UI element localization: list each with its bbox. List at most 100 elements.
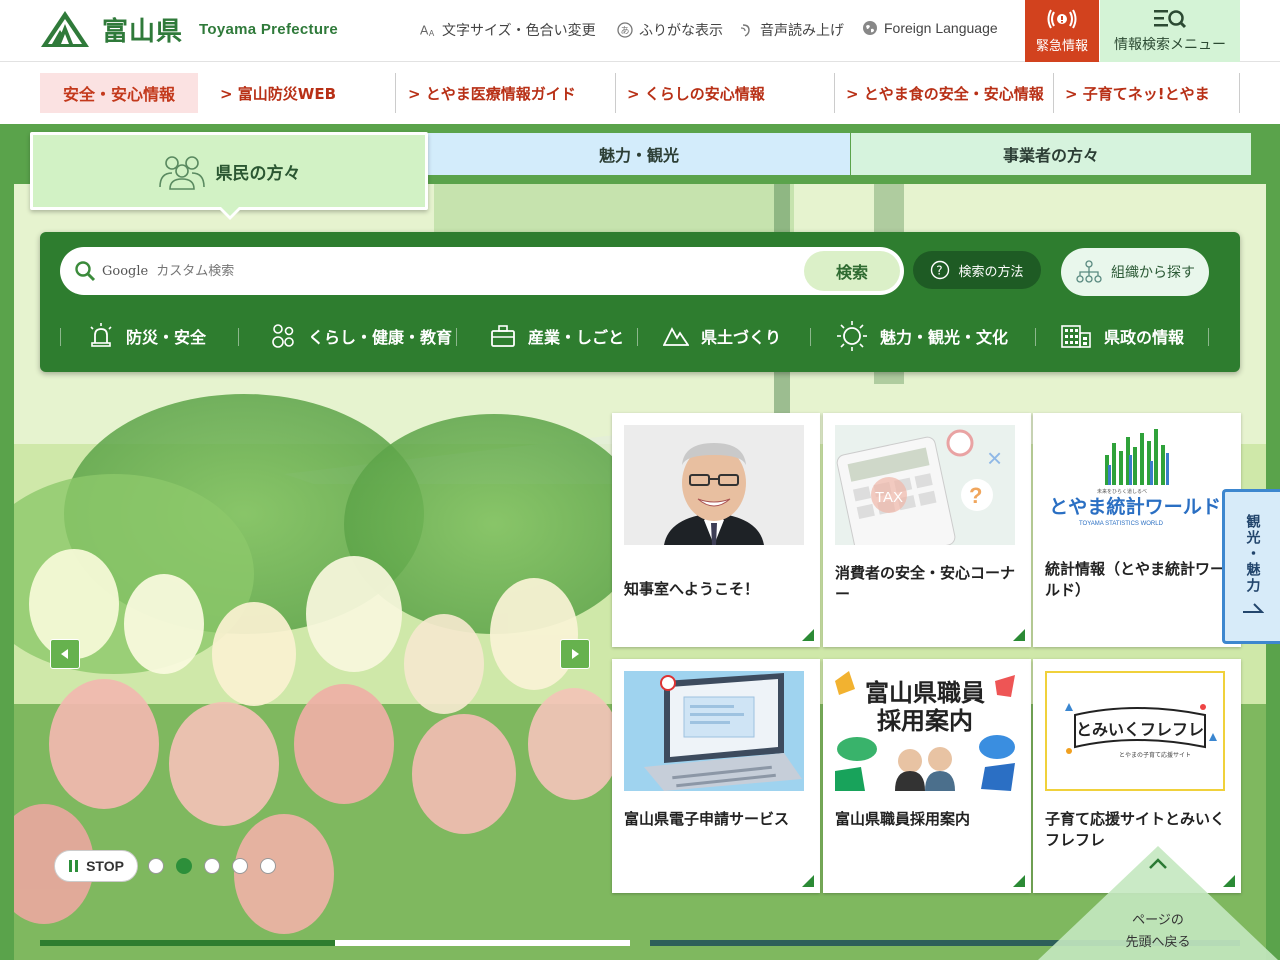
recruit-banner-line1: 富山県職員 <box>865 679 985 707</box>
card-title: 消費者の安全・安心コーナー <box>835 564 1016 603</box>
logo-english: Toyama Prefecture <box>199 20 339 38</box>
svg-text:?: ? <box>937 264 943 278</box>
svg-text:あ: あ <box>621 26 630 37</box>
mountain-icon <box>663 325 689 347</box>
category-separator <box>1208 328 1209 346</box>
card-recruitment[interactable]: 富山県職員 採用案内 富山県職員採用案内 <box>823 659 1031 893</box>
category-attractions-culture[interactable]: 魅力・観光・文化 <box>836 318 1008 354</box>
category-label: くらし・健康・教育 <box>308 328 453 347</box>
recruit-banner-line2: 採用案内 <box>877 707 973 735</box>
stop-label: STOP <box>86 858 124 874</box>
fure-fure-tagline: とやまの子育て応援サイト <box>1119 751 1191 759</box>
people-icon <box>158 156 205 190</box>
category-land-development[interactable]: 県土づくり <box>663 318 781 354</box>
svg-text:A: A <box>429 29 435 38</box>
search-input[interactable] <box>156 263 797 279</box>
search-icon <box>75 261 96 282</box>
tab-business[interactable]: 事業者の方々 <box>851 133 1251 175</box>
tab-residents[interactable]: 県民の方々 <box>30 132 428 210</box>
emergency-siren-icon <box>1047 9 1077 29</box>
category-prefectural-gov[interactable]: 県政の情報 <box>1060 318 1184 354</box>
laptop-image <box>624 671 804 791</box>
family-icon <box>270 323 296 349</box>
carousel-prev-button[interactable] <box>50 639 80 669</box>
triangle-right-icon <box>572 649 579 659</box>
card-consumer-safety[interactable]: × ? TAX 消費者の安全・安心コーナー <box>823 413 1031 647</box>
tab-tourism[interactable]: 魅力・観光 <box>428 133 850 175</box>
card-title: 統計情報（とやま統計ワールド） <box>1045 560 1226 599</box>
slide-progress-fill <box>40 940 335 946</box>
triangle-left-icon <box>61 649 68 659</box>
safety-link-life[interactable]: > くらしの安心情報 <box>621 73 835 113</box>
safety-link-kosodate[interactable]: > 子育てネッ!とやま <box>1059 73 1240 113</box>
font-size-link[interactable]: AA 文字サイズ・色合い変更 <box>420 20 596 40</box>
main-area: 県民の方々 魅力・観光 事業者の方々 Google 検索 ? 検索の方法 <box>0 124 1280 960</box>
font-size-icon: AA <box>420 22 436 38</box>
menu-search-icon <box>1154 10 1187 29</box>
search-box: Google 検索 <box>60 247 904 295</box>
arrow-right-icon <box>1242 603 1264 613</box>
tab-pointer-inner <box>221 207 239 216</box>
org-search-button[interactable]: 組織から探す <box>1061 248 1209 296</box>
back-to-top-line2: 先頭へ戻る <box>1125 935 1191 950</box>
carousel-next-button[interactable] <box>560 639 590 669</box>
carousel-stop-button[interactable]: STOP <box>54 850 138 882</box>
category-disaster-safety[interactable]: 防災・安全 <box>88 318 206 354</box>
search-menu-label: 情報検索メニュー <box>1114 37 1226 53</box>
side-tab-tourism[interactable]: 観光・魅力 <box>1222 489 1280 644</box>
category-industry-work[interactable]: 産業・しごと <box>490 318 624 354</box>
furigana-icon: あ <box>617 22 633 38</box>
speech-link[interactable]: 音声読み上げ <box>738 20 844 40</box>
side-tab-label: 観光・魅力 <box>1244 514 1261 594</box>
category-separator <box>456 328 457 346</box>
logo-japanese: 富山県 <box>102 16 184 47</box>
card-governor[interactable]: 知事室へようこそ！ <box>612 413 820 647</box>
furigana-link[interactable]: あ ふりがな表示 <box>617 20 723 40</box>
category-life-health-education[interactable]: くらし・健康・教育 <box>270 318 452 354</box>
category-label: 防災・安全 <box>126 328 207 347</box>
card-title: 子育て応援サイトとみいくフレフレ <box>1045 810 1226 849</box>
pause-icon <box>69 860 79 872</box>
card-statistics[interactable]: 未来をひらく道しるべ とやま統計ワールド TOYAMA STATISTICS W… <box>1033 413 1241 647</box>
info-search-menu-button[interactable]: 情報検索メニュー <box>1100 0 1240 62</box>
safety-link-food[interactable]: > とやま食の安全・安心情報 <box>840 73 1054 113</box>
emergency-info-button[interactable]: 緊急情報 <box>1025 0 1099 62</box>
speech-icon <box>738 22 754 38</box>
category-separator <box>60 328 61 346</box>
speech-label: 音声読み上げ <box>760 23 844 39</box>
carousel-dot-5[interactable] <box>260 858 276 874</box>
safety-link-medical[interactable]: > とやま医療情報ガイド <box>402 73 616 113</box>
governor-photo-image <box>624 425 804 545</box>
briefcase-icon <box>490 324 516 348</box>
corner-arrow-icon <box>1013 629 1025 641</box>
category-label: 県政の情報 <box>1104 328 1185 347</box>
category-label: 県土づくり <box>701 328 782 347</box>
statistics-logo-text: とやま統計ワールド <box>1049 495 1221 518</box>
search-button[interactable]: 検索 <box>804 251 900 291</box>
site-logo[interactable]: 富山県 Toyama Prefecture <box>40 10 338 48</box>
safety-nav-active[interactable]: 安全・安心情報 <box>40 73 198 113</box>
safety-nav: 安全・安心情報 > 富山防災WEB > とやま医療情報ガイド > くらしの安心情… <box>0 62 1280 124</box>
search-howto-label: 検索の方法 <box>958 264 1024 280</box>
carousel-dot-3[interactable] <box>204 858 220 874</box>
category-separator <box>810 328 811 346</box>
card-title: 知事室へようこそ！ <box>624 580 760 598</box>
siren-icon <box>88 323 114 349</box>
tax-text: TAX <box>875 489 903 506</box>
carousel-dot-2[interactable] <box>176 858 192 874</box>
foreign-language-link[interactable]: Foreign Language <box>862 20 998 36</box>
carousel-dot-4[interactable] <box>232 858 248 874</box>
svg-text:×: × <box>987 443 1002 473</box>
safety-link-bousai[interactable]: > 富山防災WEB <box>214 73 396 113</box>
statistics-world-logo: 未来をひらく道しるべ とやま統計ワールド TOYAMA STATISTICS W… <box>1045 425 1225 545</box>
svg-text:?: ? <box>969 483 982 508</box>
tab-residents-label: 県民の方々 <box>215 163 301 184</box>
search-panel: Google 検索 ? 検索の方法 組織から探す 防災・安全 <box>40 232 1240 372</box>
search-howto-button[interactable]: ? 検索の方法 <box>913 251 1041 289</box>
back-to-top-label: ページの 先頭へ戻る <box>1038 910 1278 954</box>
card-e-application[interactable]: 富山県電子申請サービス <box>612 659 820 893</box>
calculator-tax-image: × ? TAX <box>835 425 1015 545</box>
back-to-top-button[interactable]: ページの 先頭へ戻る <box>1038 846 1278 960</box>
google-label: Google <box>102 263 149 279</box>
carousel-dot-1[interactable] <box>148 858 164 874</box>
